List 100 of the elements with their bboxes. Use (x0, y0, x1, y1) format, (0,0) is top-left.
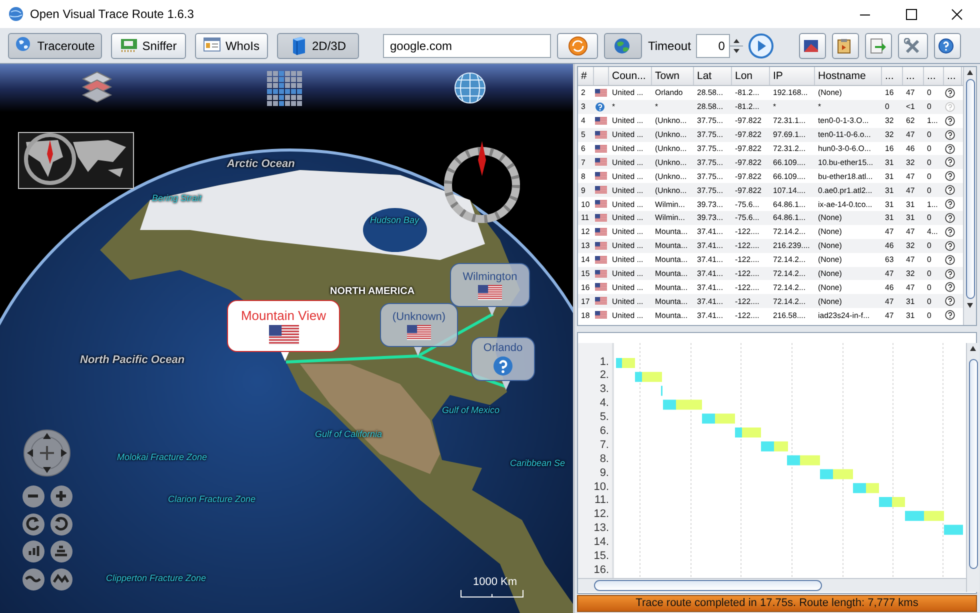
help-button[interactable] (934, 32, 961, 58)
clipboard-button[interactable] (832, 32, 859, 58)
rotate-left-icon[interactable] (22, 512, 45, 536)
column-header[interactable]: Town (652, 67, 694, 85)
column-header[interactable]: ... (882, 67, 903, 85)
help-icon[interactable] (945, 199, 955, 210)
flag-icon (595, 228, 607, 236)
hop-label: 14. (592, 536, 610, 550)
flag-icon (595, 297, 607, 306)
flag-icon (595, 200, 607, 208)
column-header[interactable]: Lat (694, 67, 732, 85)
callout-pointer (414, 347, 422, 356)
globe-icon[interactable] (454, 72, 486, 104)
window-title: Open Visual Trace Route 1.6.3 (30, 7, 195, 21)
terrain-icon[interactable] (50, 568, 73, 590)
help-icon[interactable] (945, 144, 955, 154)
help-icon[interactable] (945, 310, 955, 320)
globe-button[interactable] (604, 32, 642, 58)
help-icon[interactable] (945, 171, 955, 182)
export-button[interactable] (864, 32, 892, 58)
town-label: Orlando (483, 342, 523, 354)
help-icon[interactable] (945, 282, 955, 292)
wave-icon[interactable] (22, 568, 45, 590)
settings-button[interactable] (898, 32, 928, 58)
horizontal-scrollbar[interactable] (578, 578, 966, 592)
host-input-field[interactable]: google.com (383, 34, 551, 58)
help-icon[interactable] (945, 226, 955, 237)
flag-icon (595, 311, 607, 320)
elevation-icon[interactable] (50, 540, 73, 563)
map-label: Arctic Ocean (227, 158, 295, 170)
hop-label: 10. (592, 480, 610, 494)
map-button[interactable] (798, 32, 826, 58)
help-icon[interactable] (945, 157, 955, 168)
view-toggle-button[interactable]: 2D/3D (277, 32, 359, 58)
map-label: North Pacific Ocean (80, 354, 185, 366)
latency-bar (944, 524, 963, 534)
help-icon[interactable] (945, 268, 955, 279)
hop-label: 16. (592, 564, 610, 578)
latency-bar (635, 371, 662, 382)
column-header[interactable]: IP (770, 67, 815, 85)
location-callout[interactable]: Orlando (471, 337, 535, 381)
hop-label: 4. (598, 397, 610, 412)
flag-icon (268, 324, 298, 344)
callout-pointer (488, 307, 496, 316)
latency-bar (820, 468, 853, 479)
help-icon[interactable] (945, 130, 955, 140)
grid-icon[interactable] (266, 70, 302, 106)
help-icon[interactable] (945, 296, 955, 306)
column-header[interactable]: Hostname (815, 67, 882, 85)
question-icon (493, 356, 513, 376)
close-icon[interactable] (950, 8, 964, 20)
play-icon (748, 32, 774, 58)
town-label: Wilmington (462, 270, 518, 282)
rotate-right-icon[interactable] (50, 512, 73, 536)
hop-label: 11. (594, 494, 610, 508)
whois-button[interactable]: WhoIs (195, 32, 268, 58)
question-icon (595, 102, 605, 112)
help-icon[interactable] (945, 185, 955, 196)
map-label: Gulf of Mexico (442, 405, 500, 415)
flag-icon (595, 283, 607, 292)
help-icon[interactable] (945, 88, 955, 98)
help-icon[interactable] (945, 116, 955, 126)
map-label: Clipperton Fracture Zone (106, 573, 206, 583)
hop-label: 13. (592, 522, 610, 536)
traceroute-button[interactable]: Traceroute (8, 32, 102, 58)
zoom-in-icon[interactable] (50, 485, 73, 508)
help-icon[interactable] (945, 254, 955, 265)
column-header[interactable]: ... (924, 67, 944, 85)
play-button[interactable] (748, 32, 774, 58)
column-header[interactable]: Coun... (609, 67, 652, 85)
hop-label: 2. (598, 369, 610, 384)
column-header[interactable]: Lon (732, 67, 770, 85)
timeout-input-field[interactable]: 0 (696, 34, 730, 58)
location-callout[interactable]: Mountain View (227, 300, 340, 352)
column-header[interactable]: # (578, 67, 594, 85)
help-icon[interactable] (945, 212, 955, 223)
tilt-icon[interactable] (22, 540, 45, 563)
help-icon[interactable] (945, 240, 955, 251)
location-callout[interactable]: (Unknown) (380, 303, 458, 347)
pan-control-icon[interactable] (23, 429, 71, 477)
flag-icon (595, 214, 607, 222)
column-header[interactable]: ... (903, 67, 924, 85)
flag-icon (595, 270, 607, 278)
column-header[interactable]: ... (944, 67, 962, 85)
latency-bar (616, 358, 635, 368)
vertical-scrollbar[interactable] (966, 342, 979, 592)
zoom-out-icon[interactable] (22, 485, 45, 508)
location-callout[interactable]: Wilmington (450, 263, 530, 307)
map-label: Hudson Bay (370, 215, 420, 225)
vertical-scrollbar[interactable] (963, 67, 976, 325)
minimap-drawing[interactable] (18, 132, 134, 189)
flag-icon (595, 144, 607, 152)
hop-label: 12. (592, 508, 610, 522)
maximize-icon[interactable] (904, 8, 918, 20)
hop-label: 7. (598, 438, 610, 453)
sniffer-button[interactable]: Sniffer (111, 32, 186, 58)
town-label: (Unknown) (392, 310, 446, 322)
app-icon (8, 6, 24, 22)
start-button[interactable] (557, 32, 598, 58)
scale-bar (460, 590, 524, 598)
